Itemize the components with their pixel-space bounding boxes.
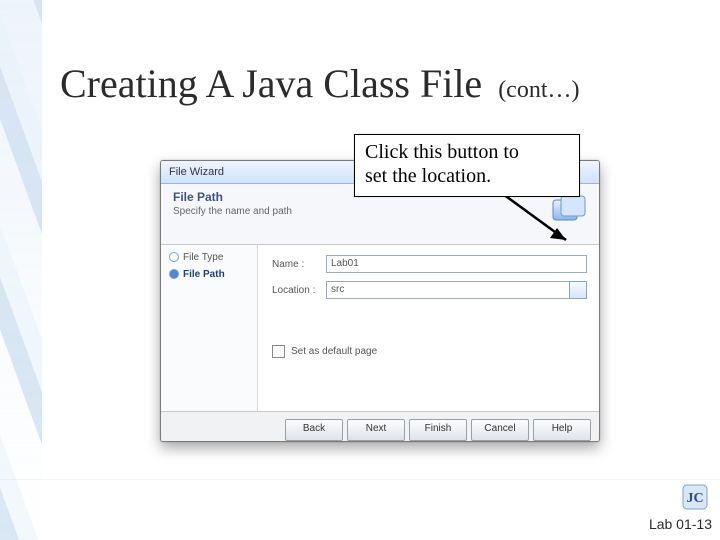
step-label: File Type (183, 252, 223, 263)
title-sub: (cont…) (498, 77, 579, 103)
help-button[interactable]: Help (533, 419, 591, 441)
finish-button[interactable]: Finish (409, 419, 467, 441)
slide-left-accent (0, 0, 42, 540)
wizard-step-file-path[interactable]: File Path (161, 266, 257, 283)
name-label: Name : (272, 259, 326, 270)
jc-logo: JC (682, 484, 708, 510)
step-bullet-icon (169, 269, 179, 279)
callout-box: Click this button to set the location. (354, 134, 580, 197)
wizard-step-file-type[interactable]: File Type (161, 249, 257, 266)
default-page-label: Set as default page (291, 346, 377, 357)
footer-rule (0, 479, 720, 480)
location-label: Location : (272, 285, 326, 296)
name-input[interactable]: Lab01 (326, 255, 587, 273)
next-button[interactable]: Next (347, 419, 405, 441)
wizard-form: Name : Lab01 Location : src Set as defau… (258, 245, 599, 411)
wizard-steps-nav: File Type File Path (161, 245, 258, 411)
slide-number: Lab 01-13 (649, 516, 712, 532)
wizard-button-bar: Back Next Finish Cancel Help (161, 411, 599, 442)
slide-title: Creating A Java Class File (cont…) (60, 60, 580, 107)
browse-location-button[interactable] (569, 281, 587, 299)
step-label: File Path (183, 269, 225, 280)
svg-text:JC: JC (686, 491, 703, 506)
title-main: Creating A Java Class File (60, 61, 482, 106)
default-page-row: Set as default page (272, 345, 587, 358)
cancel-button[interactable]: Cancel (471, 419, 529, 441)
callout-line1: Click this button to (365, 141, 569, 165)
step-bullet-icon (169, 252, 179, 262)
default-page-checkbox[interactable] (272, 345, 285, 358)
callout-line2: set the location. (365, 165, 569, 189)
back-button[interactable]: Back (285, 419, 343, 441)
location-input[interactable]: src (326, 281, 569, 299)
